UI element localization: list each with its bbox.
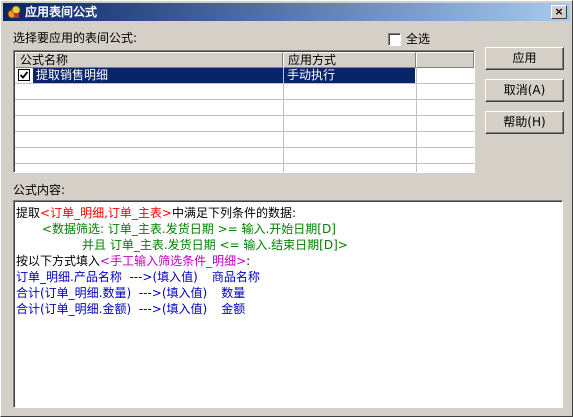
dialog-window: 应用表间公式 × 选择要应用的表间公式: 全选 公式名称 应用方式 提取销售明细… [0, 0, 573, 417]
row-apply-mode[interactable]: 手动执行 [284, 68, 415, 83]
help-button[interactable]: 帮助(H) [485, 111, 564, 134]
table-row-empty [15, 116, 474, 132]
cancel-button[interactable]: 取消(A) [485, 79, 564, 102]
column-header-name[interactable]: 公式名称 [15, 52, 283, 68]
formula-line: 按以下方式填入<手工输入筛选条件_明细>: [16, 253, 560, 269]
column-divider [416, 68, 417, 172]
formula-mapping-line: 订单_明细.产品名称 --->(填入值) 商品名称 [16, 269, 560, 285]
column-header-mode[interactable]: 应用方式 [283, 52, 416, 68]
formula-filter-line: 并且 订单_主表.发货日期 <= 输入.结束日期[D]> [82, 238, 348, 252]
mapping-target: 金额 [221, 302, 246, 316]
table-row-empty [15, 132, 474, 148]
close-button[interactable]: × [551, 5, 567, 19]
column-divider [283, 68, 284, 172]
mapping-target: 数量 [221, 286, 246, 300]
row-checkbox[interactable] [18, 69, 30, 81]
mapping-source: 合计(订单_明细.数量) --->(填入值) [16, 286, 208, 300]
mapping-source: 订单_明细.产品名称 --->(填入值) [16, 270, 198, 284]
formula-target-table: <手工输入筛选条件_明细> [100, 254, 247, 268]
mapping-target: 商品名称 [211, 270, 260, 284]
column-header-empty [416, 52, 474, 68]
table-row-empty [15, 84, 474, 100]
apply-button[interactable]: 应用 [485, 47, 564, 70]
formula-line: 提取<订单_明细,订单_主表>中满足下列条件的数据: [16, 205, 560, 221]
formula-mapping-line: 合计(订单_明细.金额) --->(填入值) 金额 [16, 301, 560, 317]
window-title: 应用表间公式 [25, 5, 98, 19]
formula-filter-line: <数据筛选: 订单_主表.发货日期 >= 输入.开始日期[D] [42, 222, 336, 236]
formula-source-tables: <订单_明细,订单_主表> [40, 206, 172, 220]
formula-table[interactable]: 公式名称 应用方式 提取销售明细 手动执行 [13, 50, 475, 173]
table-row[interactable]: 提取销售明细 手动执行 [15, 68, 474, 84]
formula-text: 中满足下列条件的数据: [171, 206, 296, 220]
app-icon [7, 5, 21, 19]
mapping-source: 合计(订单_明细.金额) --->(填入值) [16, 302, 208, 316]
formula-text: 提取 [16, 206, 41, 220]
check-mark-icon [19, 71, 29, 79]
row-formula-name[interactable]: 提取销售明细 [33, 68, 283, 83]
formula-list-label: 选择要应用的表间公式: [13, 31, 138, 45]
formula-content-box[interactable]: 提取<订单_明细,订单_主表>中满足下列条件的数据: <数据筛选: 订单_主表.… [13, 200, 563, 408]
formula-content-label: 公式内容: [13, 183, 66, 197]
title-bar[interactable]: 应用表间公式 × [3, 3, 570, 21]
formula-mapping-line: 合计(订单_明细.数量) --->(填入值) 数量 [16, 285, 560, 301]
formula-text: 按以下方式填入 [16, 254, 101, 268]
table-row-empty [15, 100, 474, 116]
select-all-label: 全选 [406, 32, 431, 46]
table-row-empty [15, 148, 474, 164]
select-all-box[interactable] [388, 33, 401, 46]
formula-text: : [246, 254, 251, 268]
